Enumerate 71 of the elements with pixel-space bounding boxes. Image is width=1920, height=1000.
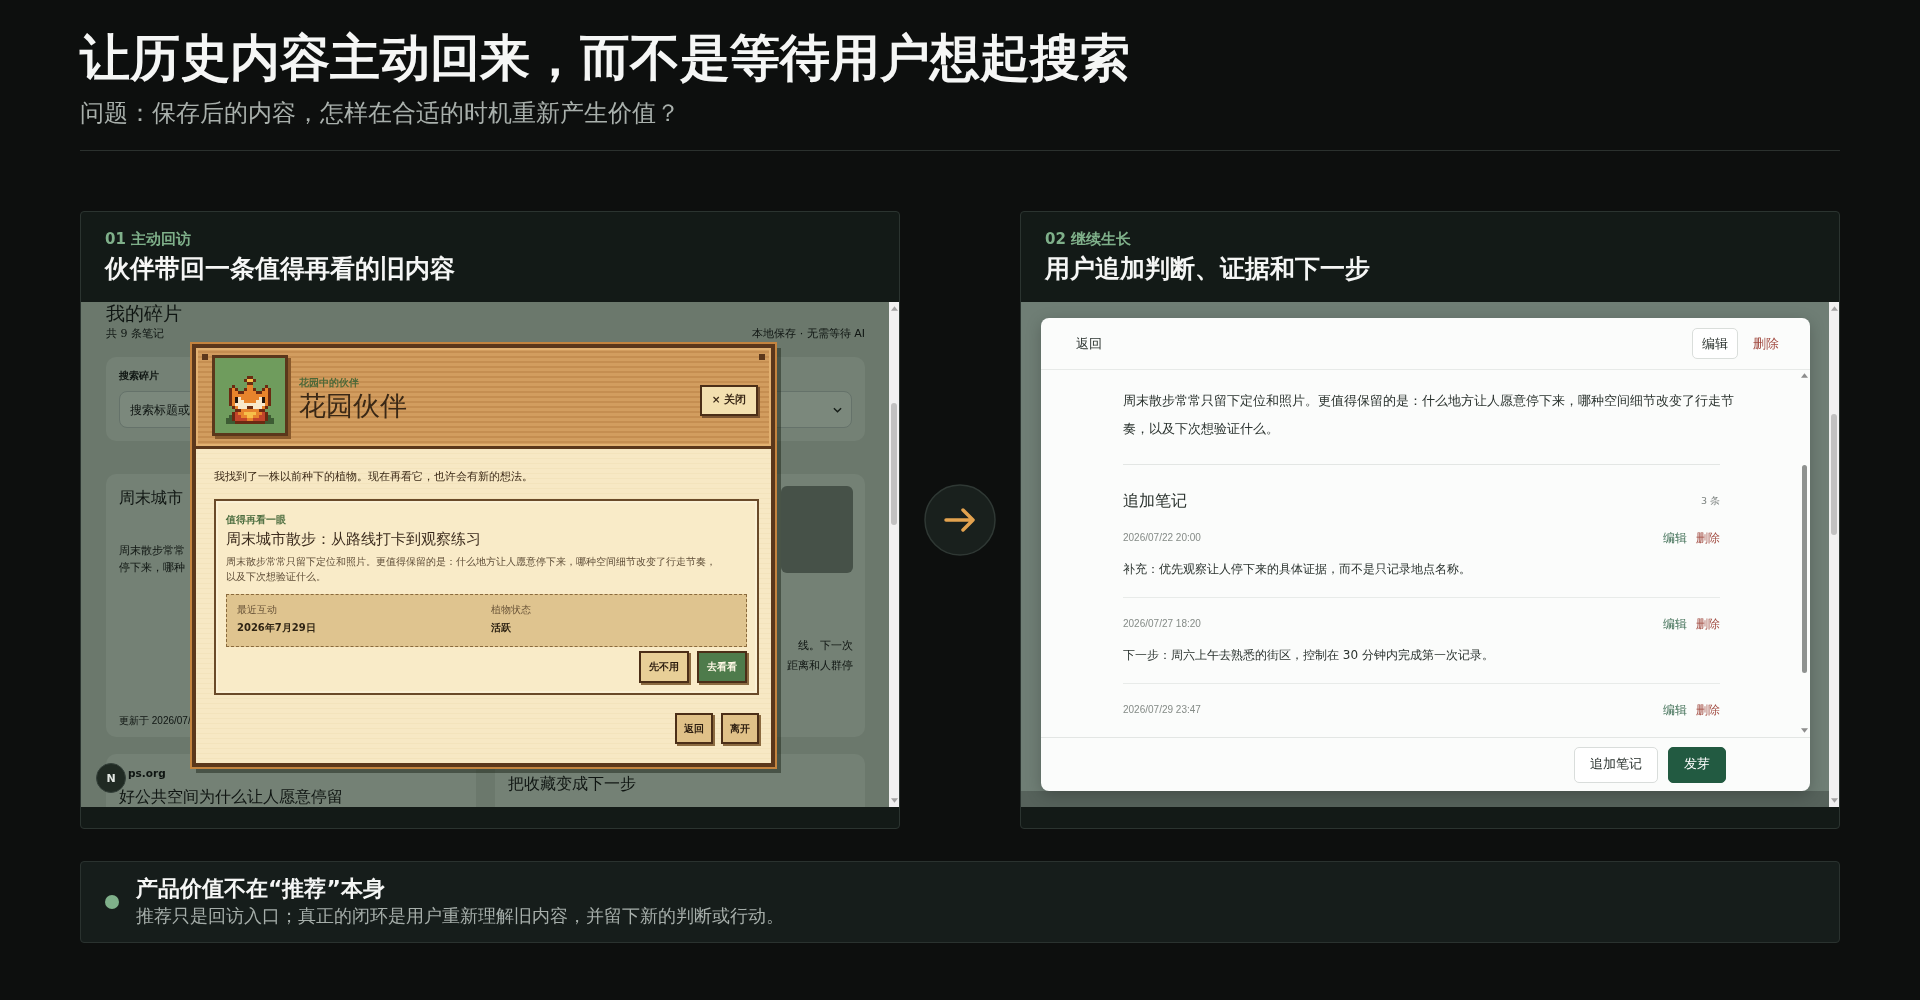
page-heading: 我的碎片 bbox=[106, 302, 182, 324]
fact-value: 2026年7月29日 bbox=[237, 621, 316, 635]
dialog-eyebrow: 花园中的伙伴 bbox=[299, 376, 359, 390]
close-button[interactable]: × 关闭 bbox=[700, 384, 758, 416]
fact-label: 最近互动 bbox=[237, 603, 277, 617]
edit-link[interactable]: 编辑 bbox=[1663, 530, 1687, 546]
note-text: 补充：优先观察让人停下来的具体证据，而不是只记录地点名称。 bbox=[1123, 561, 1471, 578]
scrollbar-track[interactable] bbox=[889, 302, 899, 807]
takeaway-text: 推荐只是回访入口；真正的闭环是用户重新理解旧内容，并留下新的判断或行动。 bbox=[136, 904, 784, 928]
card-title: 把收藏变成下一步 bbox=[508, 774, 636, 794]
action-button[interactable]: 追加笔记 bbox=[1574, 746, 1658, 783]
dialog-title: 花园伙伴 bbox=[299, 390, 407, 422]
note-body-text: 周末散步常常只留下定位和照片。更值得保留的是：什么地方让人愿意停下来，哪种空间细节改变了行走节奏，以及下次想验证什么。 bbox=[1123, 392, 1735, 438]
caret-down-icon[interactable] bbox=[1830, 798, 1838, 803]
action-button[interactable]: 返回 bbox=[675, 713, 713, 744]
note-timestamp: 2026/07/29 23:47 bbox=[1123, 703, 1201, 717]
action-button[interactable]: 去看看 bbox=[697, 651, 747, 683]
step-label: 02 继续生长 bbox=[1045, 229, 1132, 249]
note-timestamp: 2026/07/22 20:00 bbox=[1123, 531, 1201, 545]
excerpt-line: 距离和人群停 bbox=[787, 658, 853, 674]
rivet-icon bbox=[202, 354, 208, 360]
scrollbar-track[interactable] bbox=[1829, 302, 1839, 807]
companion-message: 我找到了一株以前种下的植物。现在再看它，也许会有新的想法。 bbox=[214, 469, 533, 485]
source-label: ps.org bbox=[128, 766, 166, 780]
caret-up-icon[interactable] bbox=[890, 306, 898, 311]
storage-note: 本地保存 · 无需等待 AI bbox=[752, 326, 865, 342]
arrow-right-icon bbox=[924, 484, 996, 556]
excerpt-line: 线。下一次 bbox=[798, 638, 853, 654]
excerpt-line: 周末散步常常 bbox=[119, 543, 185, 559]
scrollbar-thumb[interactable] bbox=[1802, 465, 1807, 673]
note-text: 下一步：周六上午去熟悉的街区，控制在 30 分钟内完成第一次记录。 bbox=[1123, 647, 1494, 664]
note-count: 共 9 条笔记 bbox=[106, 326, 164, 342]
caret-down-icon[interactable] bbox=[1801, 728, 1808, 733]
delete-link[interactable]: 删除 bbox=[1696, 616, 1720, 632]
delete-link[interactable]: 删除 bbox=[1753, 334, 1779, 353]
scrollbar-thumb[interactable] bbox=[1831, 414, 1837, 535]
action-button[interactable]: 先不用 bbox=[639, 651, 689, 683]
suggestion-title: 周末城市散步：从路线打卡到观察练习 bbox=[226, 529, 481, 549]
action-button[interactable]: 离开 bbox=[721, 713, 759, 744]
panel-title: 伙伴带回一条值得再看的旧内容 bbox=[105, 253, 455, 285]
back-button[interactable]: 返回 bbox=[1076, 334, 1102, 353]
rivet-icon bbox=[759, 354, 765, 360]
edit-link[interactable]: 编辑 bbox=[1663, 616, 1687, 632]
step-label: 01 主动回访 bbox=[105, 229, 192, 249]
bullet-dot-icon bbox=[105, 895, 119, 909]
suggestion-tag: 值得再看一眼 bbox=[226, 513, 286, 527]
pixel-fox-icon bbox=[212, 355, 288, 436]
card-title: 周末城市 bbox=[119, 488, 183, 508]
chevron-down-icon bbox=[833, 406, 842, 413]
caret-up-icon[interactable] bbox=[1830, 306, 1838, 311]
delete-link[interactable]: 删除 bbox=[1696, 530, 1720, 546]
excerpt-line: 停下来，哪种 bbox=[119, 560, 185, 576]
scrollbar-thumb[interactable] bbox=[891, 403, 897, 525]
caret-down-icon[interactable] bbox=[890, 798, 898, 803]
delete-link[interactable]: 删除 bbox=[1696, 702, 1720, 718]
updated-time: 更新于 2026/07/ bbox=[119, 714, 191, 728]
action-button[interactable]: 发芽 bbox=[1668, 746, 1726, 783]
takeaway-title: 产品价值不在“推荐”本身 bbox=[136, 875, 385, 903]
section-heading: 追加笔记 bbox=[1123, 490, 1187, 512]
edit-link[interactable]: 编辑 bbox=[1663, 702, 1687, 718]
edit-button[interactable]: 编辑 bbox=[1692, 328, 1738, 359]
panel-title: 用户追加判断、证据和下一步 bbox=[1045, 253, 1370, 285]
suggestion-summary: 周末散步常常只留下定位和照片。更值得保留的是：什么地方让人愿意停下来，哪种空间细节改变了行走节奏，以及下次想验证什么。 bbox=[226, 555, 717, 584]
fact-value: 活跃 bbox=[491, 621, 511, 635]
note-timestamp: 2026/07/27 18:20 bbox=[1123, 617, 1201, 631]
search-label: 搜索碎片 bbox=[119, 369, 159, 383]
note-count: 3 条 bbox=[1700, 494, 1720, 508]
caret-up-icon[interactable] bbox=[1801, 373, 1808, 378]
page-subtitle: 问题：保存后的内容，怎样在合适的时机重新产生价值？ bbox=[80, 98, 680, 128]
page-title: 让历史内容主动回来，而不是等待用户想起搜索 bbox=[80, 28, 1130, 88]
fact-label: 植物状态 bbox=[491, 603, 531, 617]
